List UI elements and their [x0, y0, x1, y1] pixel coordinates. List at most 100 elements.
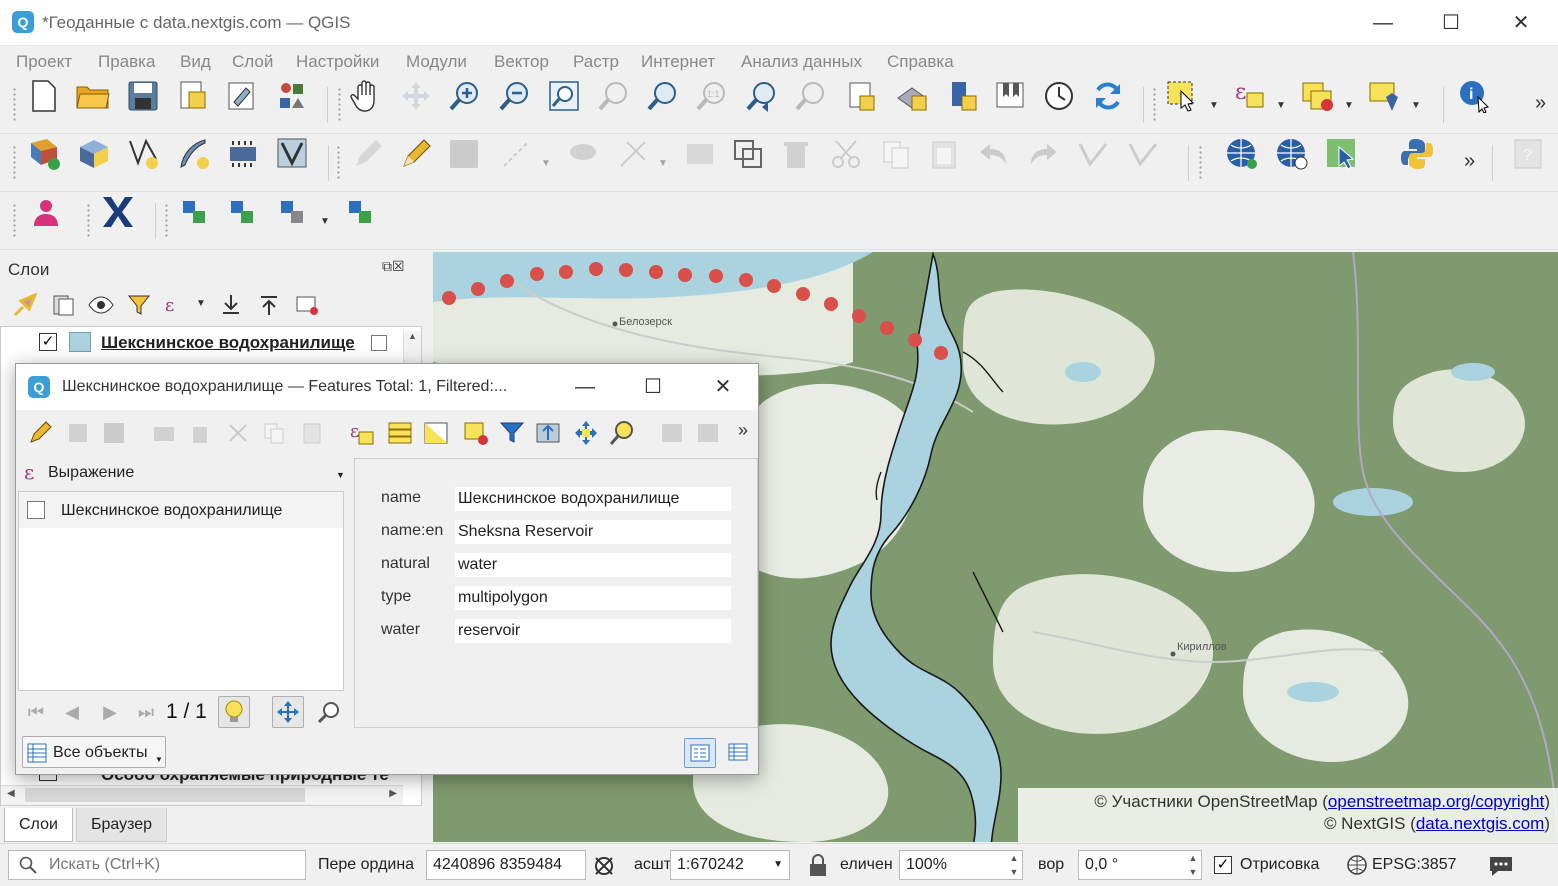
open-project-icon[interactable] — [73, 76, 113, 116]
current-edits-icon[interactable] — [348, 134, 388, 174]
form-view-button[interactable] — [684, 738, 716, 768]
paste-icon[interactable] — [296, 417, 328, 449]
shape-icon[interactable] — [728, 134, 768, 174]
scale-combobox[interactable]: 1:670242 ▼ — [670, 850, 790, 880]
layer-visibility-checkbox[interactable]: ✓ — [39, 333, 57, 351]
toolbar-overflow-2[interactable]: » — [1464, 150, 1475, 173]
remove-layer-icon[interactable] — [292, 290, 322, 320]
zoom-native-icon[interactable]: 1:1 — [692, 76, 732, 116]
deselect-icon[interactable] — [1298, 76, 1338, 116]
menu-web[interactable]: Интернет — [641, 52, 715, 72]
add-vertex-icon[interactable] — [340, 192, 380, 232]
cut-icon[interactable] — [826, 134, 866, 174]
locator-search-input[interactable]: Искать (Ctrl+K) — [8, 850, 306, 880]
field-value-name[interactable]: Шекснинское водохранилище — [455, 487, 731, 511]
menu-vector[interactable]: Вектор — [494, 52, 549, 72]
first-feature-button[interactable]: ⏮ — [20, 696, 52, 728]
field-value-type[interactable]: multipolygon — [455, 586, 731, 610]
expand-all-icon[interactable] — [216, 290, 246, 320]
move-selection-top-icon[interactable] — [532, 417, 564, 449]
select-expression-dropdown[interactable]: ▼ — [1276, 100, 1286, 111]
toolbar-grip-3[interactable] — [1152, 87, 1157, 123]
close-button[interactable]: ✕ — [1498, 8, 1544, 38]
add-group-icon[interactable] — [48, 290, 78, 320]
crs-globe-icon[interactable] — [1346, 854, 1368, 879]
select-all-icon[interactable] — [384, 417, 416, 449]
undo-icon[interactable] — [974, 134, 1014, 174]
field-value-natural[interactable]: water — [455, 553, 731, 577]
rotation-spinbox[interactable]: 0,0 ° ▲ ▼ — [1078, 850, 1202, 880]
menu-view[interactable]: Вид — [180, 52, 211, 72]
zoom-next-icon[interactable] — [791, 76, 831, 116]
paste-icon[interactable] — [924, 134, 964, 174]
panel-float-close-buttons[interactable]: ⧉☒ — [382, 258, 405, 275]
project-templates-icon[interactable] — [173, 76, 213, 116]
layout-designer-icon[interactable] — [222, 76, 262, 116]
delete-feature-icon[interactable] — [184, 417, 216, 449]
zoom-out-icon[interactable] — [495, 76, 535, 116]
style-layer-icon[interactable] — [10, 290, 40, 320]
new-temp-layer-icon[interactable] — [224, 134, 264, 174]
toolbar-grip-9[interactable] — [164, 203, 169, 239]
last-feature-button[interactable]: ⏭ — [130, 696, 162, 728]
copy-features-icon[interactable] — [680, 134, 720, 174]
zoom-selection-icon[interactable] — [594, 76, 634, 116]
help-icon[interactable]: ? — [1508, 134, 1548, 174]
save-edits-icon[interactable] — [444, 134, 484, 174]
scale-dropdown-arrow[interactable]: ▼ — [773, 851, 783, 879]
coordinate-toggle-icon[interactable] — [592, 854, 616, 881]
select-tools-icon[interactable] — [1365, 76, 1405, 116]
dialog-close-button[interactable]: ✕ — [702, 372, 744, 402]
select-features-icon[interactable] — [1162, 76, 1202, 116]
highlight-feature-button[interactable] — [218, 696, 250, 728]
new-shapefile-icon[interactable] — [124, 134, 164, 174]
lock-scale-icon[interactable] — [808, 854, 828, 881]
menu-layer[interactable]: Слой — [232, 52, 273, 72]
messages-icon[interactable] — [1488, 853, 1514, 880]
wms-icon[interactable] — [1222, 134, 1262, 174]
zoom-full-icon[interactable] — [544, 76, 584, 116]
crs-label[interactable]: EPSG:3857 — [1372, 856, 1457, 874]
toolbar-overflow-1[interactable]: » — [1535, 92, 1546, 115]
save-edits-icon[interactable] — [98, 417, 130, 449]
show-all-dropdown-arrow[interactable]: ▼ — [155, 755, 163, 764]
new-3d-view-icon[interactable] — [892, 76, 932, 116]
attribution-nextgis-link[interactable]: data.nextgis.com — [1416, 814, 1545, 833]
python-console-icon[interactable] — [1397, 134, 1437, 174]
dialog-toolbar-overflow[interactable]: » — [738, 420, 748, 441]
add-ring-icon[interactable] — [272, 192, 312, 232]
add-part-icon[interactable] — [222, 192, 262, 232]
add-feature-icon[interactable] — [148, 417, 180, 449]
deselect-dropdown[interactable]: ▼ — [1344, 100, 1354, 111]
tab-layers[interactable]: Слои — [4, 808, 73, 842]
select-expression-icon[interactable]: ε — [346, 417, 378, 449]
menu-help[interactable]: Справка — [887, 52, 954, 72]
style-manager-icon[interactable] — [272, 76, 312, 116]
pan-to-selection-icon[interactable] — [396, 76, 436, 116]
menu-raster[interactable]: Растр — [573, 52, 619, 72]
field-value-water[interactable]: reservoir — [455, 619, 731, 643]
save-project-icon[interactable] — [123, 76, 163, 116]
table-view-button[interactable] — [722, 738, 754, 768]
attribution-osm-link[interactable]: openstreetmap.org/copyright — [1328, 792, 1544, 811]
new-bookmark-icon[interactable] — [842, 76, 882, 116]
modify-attributes-icon[interactable] — [613, 134, 653, 174]
filter-expression-dropdown[interactable]: ▼ — [196, 298, 206, 309]
previous-feature-button[interactable]: ◀ — [56, 696, 88, 728]
new-geopackage-icon[interactable] — [74, 134, 114, 174]
magnifier-spinbox[interactable]: 100% ▲ ▼ — [899, 850, 1023, 880]
new-map-view-icon[interactable] — [942, 76, 982, 116]
magnifier-spin-buttons[interactable]: ▲ ▼ — [1006, 851, 1022, 881]
copy-icon[interactable] — [258, 417, 290, 449]
field-value-name-en[interactable]: Sheksna Reservoir — [455, 520, 731, 544]
show-bookmarks-icon[interactable] — [990, 76, 1030, 116]
zoom-last-icon[interactable] — [742, 76, 782, 116]
wfs-icon[interactable] — [1272, 134, 1312, 174]
filter-expression-icon[interactable]: ε — [160, 290, 190, 320]
toolbar-grip[interactable] — [12, 87, 17, 123]
toolbar-grip-4[interactable] — [12, 145, 17, 181]
new-spatialite-icon[interactable] — [174, 134, 214, 174]
add-feature-icon[interactable] — [174, 192, 214, 232]
menu-processing[interactable]: Анализ данных — [741, 52, 862, 72]
delete-selected-icon[interactable] — [776, 134, 816, 174]
